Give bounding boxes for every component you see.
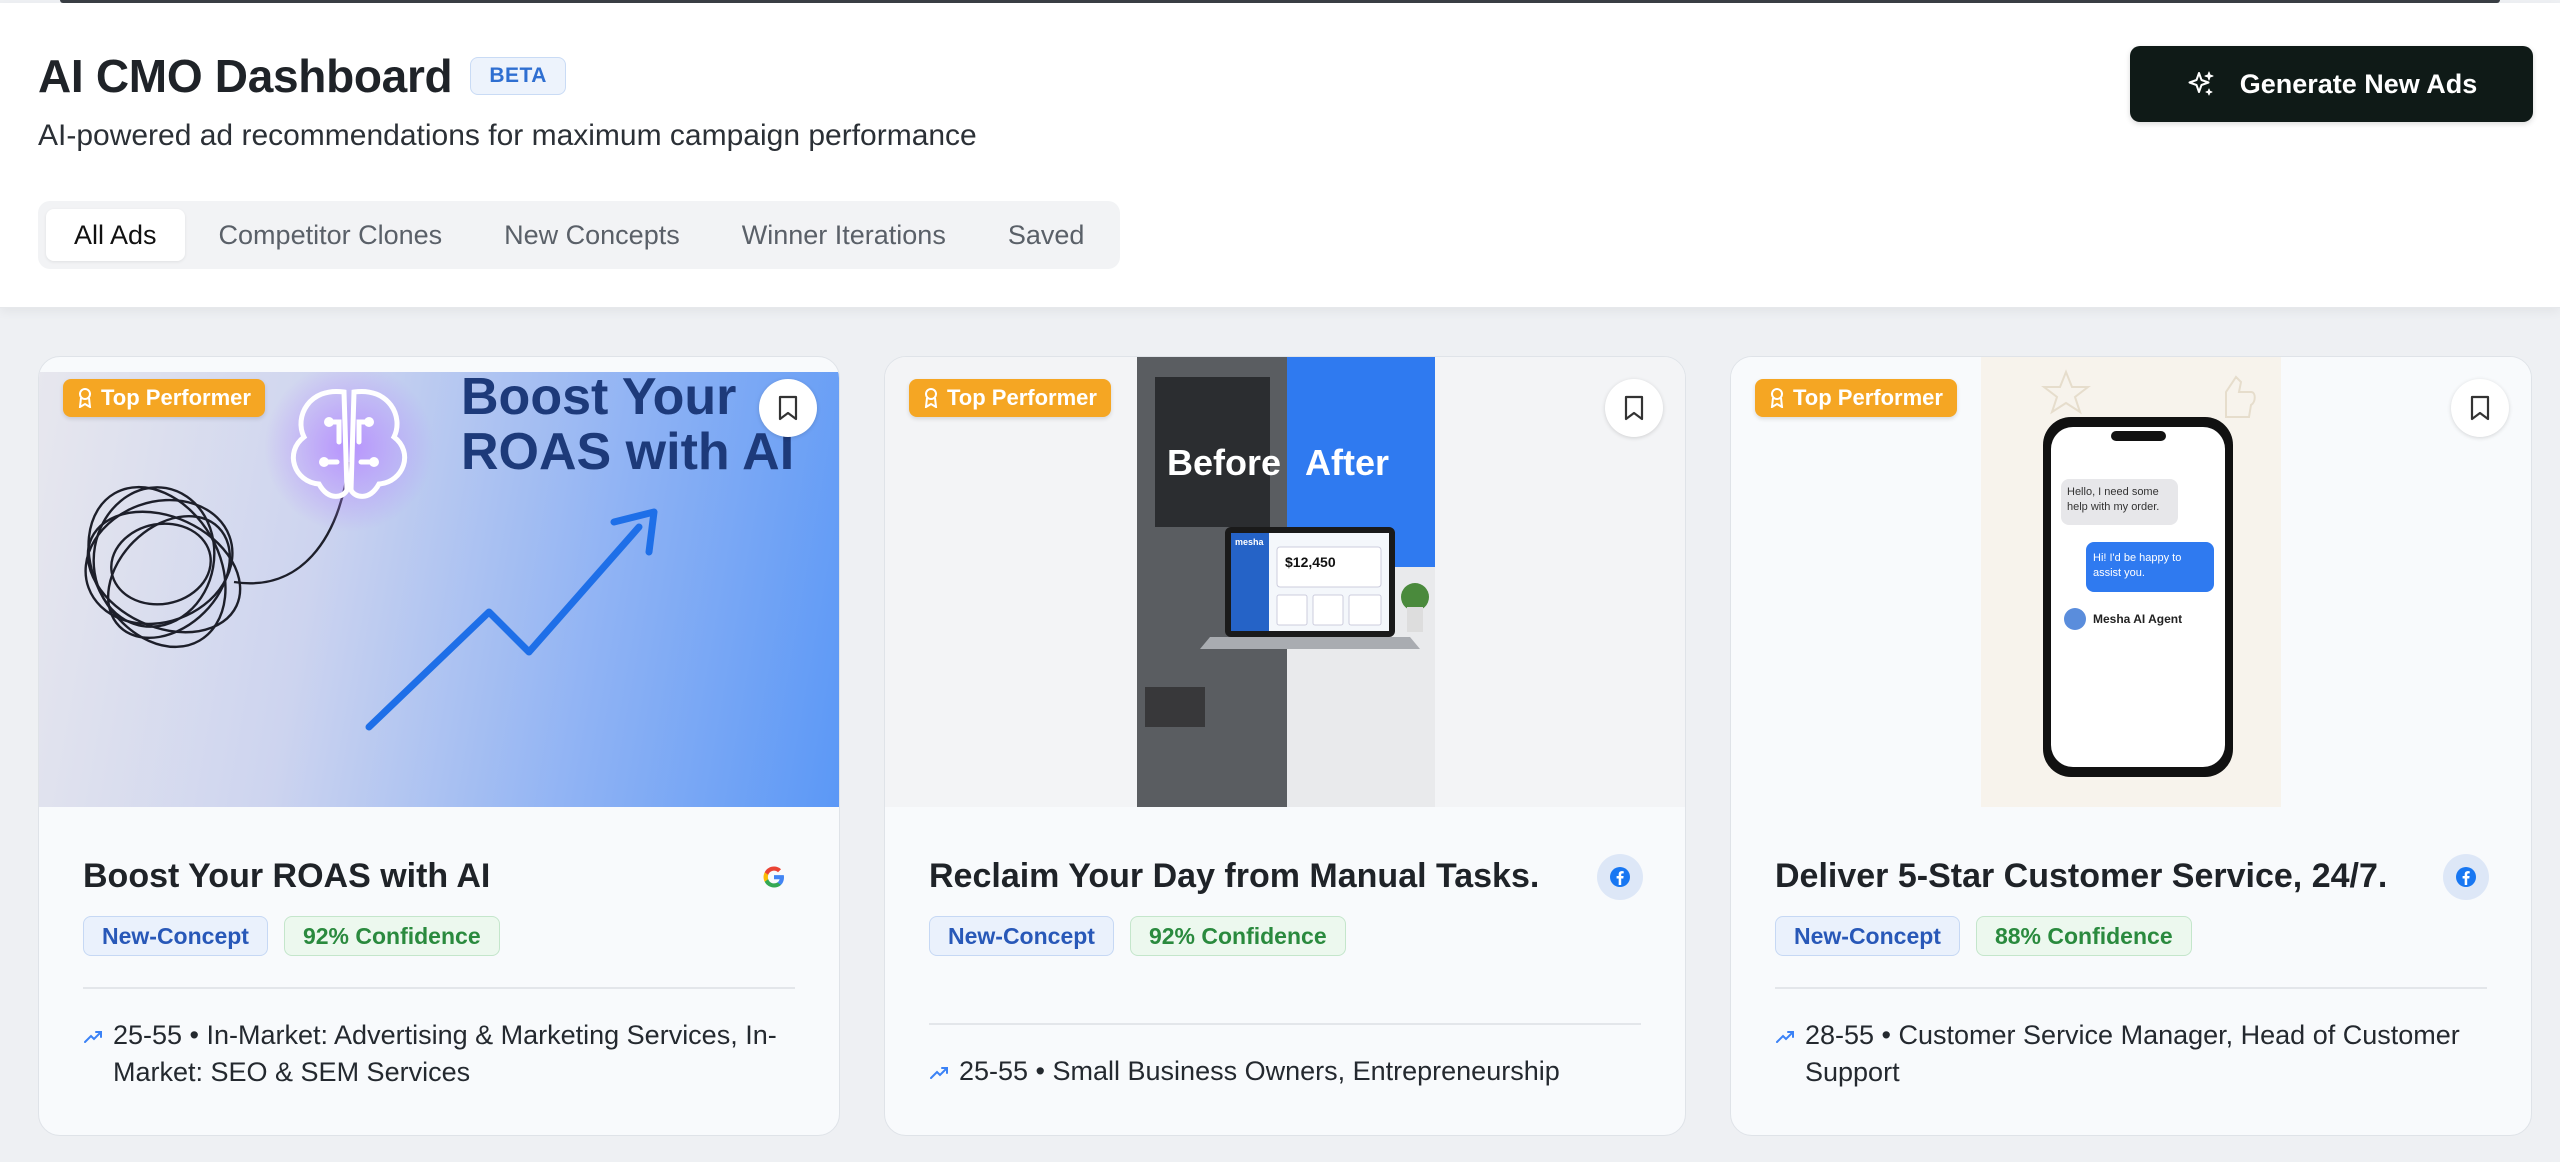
ad-card[interactable]: Before After mesha $12,450 Top Performer… <box>884 356 1686 1136</box>
bookmark-icon <box>1624 395 1644 421</box>
concept-tag: New-Concept <box>929 916 1114 956</box>
badge-label: Top Performer <box>1793 385 1943 410</box>
page-title: AI CMO Dashboard <box>38 50 453 102</box>
ad-creative-image: Boost Your ROAS with AI <box>39 372 839 807</box>
card-divider <box>1775 987 2487 989</box>
beta-badge: BETA <box>470 57 566 95</box>
bookmark-icon <box>778 395 798 421</box>
facebook-icon <box>1610 867 1630 887</box>
confidence-tag: 92% Confidence <box>1129 916 1346 956</box>
ad-title: Reclaim Your Day from Manual Tasks. <box>929 857 1540 895</box>
bookmark-icon <box>2470 395 2490 421</box>
ad-creative-image: Hello, I need some help with my order. H… <box>1731 357 2531 807</box>
platform-indicator <box>751 854 797 900</box>
bookmark-button[interactable] <box>2451 379 2509 437</box>
top-performer-badge: Top Performer <box>1755 379 1957 417</box>
audience-info: 25-55 • In-Market: Advertising & Marketi… <box>83 1017 779 1091</box>
tab-competitor-clones[interactable]: Competitor Clones <box>191 209 471 261</box>
after-label: After <box>1305 442 1390 483</box>
tab-all-ads[interactable]: All Ads <box>46 209 185 261</box>
ad-headline-line1: Boost Your <box>461 372 737 426</box>
sparkles-icon <box>2188 71 2214 96</box>
badge-label: Top Performer <box>947 385 1097 410</box>
generate-button-label: Generate New Ads <box>2239 68 2478 99</box>
dashboard-header: AI CMO Dashboard BETA AI-powered ad reco… <box>0 3 2560 308</box>
concept-tag: New-Concept <box>1775 916 1960 956</box>
platform-indicator <box>1597 854 1643 900</box>
revenue-amount: $12,450 <box>1285 554 1336 570</box>
audience-text: 28-55 • Customer Service Manager, Head o… <box>1805 1020 2460 1087</box>
audience-text: 25-55 • Small Business Owners, Entrepren… <box>959 1056 1560 1086</box>
ad-title: Boost Your ROAS with AI <box>83 857 491 895</box>
agent-name: Mesha AI Agent <box>2093 612 2183 626</box>
top-performer-badge: Top Performer <box>63 379 265 417</box>
badge-label: Top Performer <box>101 385 251 410</box>
ad-headline-line2: ROAS with AI <box>461 423 795 481</box>
ad-card[interactable]: Hello, I need some help with my order. H… <box>1730 356 2532 1136</box>
audience-info: 28-55 • Customer Service Manager, Head o… <box>1775 1017 2471 1091</box>
title-row: AI CMO Dashboard BETA <box>38 49 566 103</box>
before-label: Before <box>1167 442 1282 483</box>
trending-up-icon <box>930 1067 948 1079</box>
card-divider <box>83 987 795 989</box>
confidence-tag: 92% Confidence <box>283 916 500 956</box>
chat-message-agent: Hi! I'd be happy to assist you. <box>2093 552 2182 579</box>
bookmark-button[interactable] <box>759 379 817 437</box>
top-performer-badge: Top Performer <box>909 379 1111 417</box>
ad-title: Deliver 5-Star Customer Service, 24/7. <box>1775 857 2388 895</box>
trending-up-icon <box>84 1031 102 1043</box>
audience-text: 25-55 • In-Market: Advertising & Marketi… <box>113 1020 777 1087</box>
ad-tags: New-Concept 88% Confidence <box>1775 916 2192 956</box>
tab-saved[interactable]: Saved <box>980 209 1113 261</box>
page-subtitle: AI-powered ad recommendations for maximu… <box>38 119 977 152</box>
chat-phone-illustration <box>1981 357 2281 807</box>
facebook-icon <box>2456 867 2476 887</box>
ad-creative-image: Before After mesha $12,450 <box>885 357 1685 807</box>
ad-card[interactable]: Boost Your ROAS with AI Top Performer Bo… <box>38 356 840 1136</box>
before-after-illustration <box>1137 357 1435 807</box>
ad-tags: New-Concept 92% Confidence <box>929 916 1346 956</box>
ad-tags: New-Concept 92% Confidence <box>83 916 500 956</box>
tab-new-concepts[interactable]: New Concepts <box>476 209 708 261</box>
trending-up-icon <box>1776 1031 1794 1043</box>
confidence-tag: 88% Confidence <box>1975 916 2192 956</box>
brand-label: mesha <box>1235 537 1264 547</box>
concept-tag: New-Concept <box>83 916 268 956</box>
card-divider <box>929 1023 1641 1025</box>
generate-new-ads-button[interactable]: Generate New Ads <box>2130 46 2533 122</box>
bookmark-button[interactable] <box>1605 379 1663 437</box>
tab-winner-iterations[interactable]: Winner Iterations <box>714 209 974 261</box>
ads-filter-tabs: All Ads Competitor Clones New Concepts W… <box>38 201 1121 269</box>
platform-indicator <box>2443 854 2489 900</box>
chat-message-user: Hello, I need some help with my order. <box>2067 486 2160 513</box>
award-icon <box>924 388 938 408</box>
google-icon <box>763 866 784 888</box>
audience-info: 25-55 • Small Business Owners, Entrepren… <box>929 1053 1625 1090</box>
award-icon <box>78 388 92 408</box>
award-icon <box>1770 388 1784 408</box>
